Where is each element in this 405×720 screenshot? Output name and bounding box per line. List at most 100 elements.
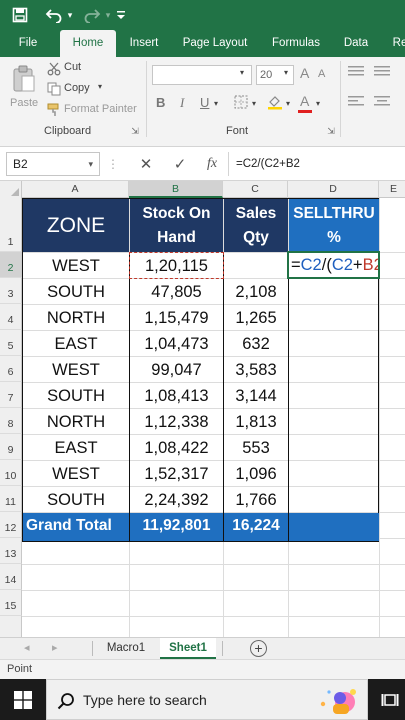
search-highlight-icon[interactable] xyxy=(315,684,363,716)
tab-page-layout[interactable]: Page Layout xyxy=(180,30,250,57)
align-left-icon[interactable] xyxy=(346,95,366,109)
column-header-d[interactable]: D xyxy=(288,181,379,198)
cell-b10[interactable]: 1,52,317 xyxy=(130,461,223,487)
formula-input[interactable]: =C2/(C2+B2 xyxy=(228,152,405,176)
tab-insert[interactable]: Insert xyxy=(124,30,164,57)
cell-c7[interactable]: 3,144 xyxy=(224,383,288,409)
sheet-tab-macro1[interactable]: Macro1 xyxy=(98,638,154,659)
row-header-2[interactable]: 2 xyxy=(0,252,22,278)
paste-icon[interactable] xyxy=(10,63,38,95)
paste-button[interactable]: Paste xyxy=(10,97,38,109)
cell-d2-editing[interactable]: =C2/(C2+B2 xyxy=(287,251,380,279)
font-color-dropdown-icon[interactable]: ▾ xyxy=(316,99,320,108)
top-align-icon[interactable] xyxy=(346,65,366,79)
cell-b12-stock-total[interactable]: 11,92,801 xyxy=(130,513,223,541)
cell-b9[interactable]: 1,08,422 xyxy=(130,435,223,461)
cell-a12-grand-total[interactable]: Grand Total xyxy=(23,513,129,541)
fill-color-dropdown-icon[interactable]: ▾ xyxy=(286,99,290,108)
row-header-13[interactable]: 13 xyxy=(0,538,22,564)
cell-a11[interactable]: SOUTH xyxy=(23,487,129,513)
row-header-12[interactable]: 12 xyxy=(0,512,22,538)
copy-icon[interactable] xyxy=(46,81,62,97)
cell-a8[interactable]: NORTH xyxy=(23,409,129,435)
cell-a2[interactable]: WEST xyxy=(23,253,129,279)
column-header-e[interactable]: E xyxy=(379,181,405,198)
column-header-c[interactable]: C xyxy=(223,181,288,198)
underline-button[interactable]: U xyxy=(200,95,209,110)
align-center-icon[interactable] xyxy=(372,95,392,109)
cell-a3[interactable]: SOUTH xyxy=(23,279,129,305)
cell-a6[interactable]: WEST xyxy=(23,357,129,383)
insert-function-button[interactable]: fx xyxy=(200,152,224,176)
underline-dropdown-icon[interactable]: ▾ xyxy=(214,99,218,108)
redo-dropdown-icon[interactable]: ▾ xyxy=(102,3,114,27)
middle-align-icon[interactable] xyxy=(372,65,392,79)
name-box[interactable]: B2 ▾ xyxy=(6,152,100,176)
row-header-7[interactable]: 7 xyxy=(0,382,22,408)
tab-file[interactable]: File xyxy=(10,30,46,57)
customize-qat-icon[interactable] xyxy=(114,3,128,27)
row-header-9[interactable]: 9 xyxy=(0,434,22,460)
clipboard-launcher-icon[interactable]: ⇲ xyxy=(130,125,140,137)
copy-dropdown-icon[interactable]: ▾ xyxy=(98,82,102,91)
font-launcher-icon[interactable]: ⇲ xyxy=(326,125,336,137)
format-painter-button[interactable]: Format Painter xyxy=(64,103,137,115)
taskbar-search-box[interactable]: Type here to search xyxy=(46,679,368,720)
sheet-nav-next-icon[interactable]: ▸ xyxy=(52,641,58,654)
sheet-tab-sheet1[interactable]: Sheet1 xyxy=(160,638,216,659)
worksheet-grid[interactable]: A B C D E 1 2 3 4 5 6 7 8 9 10 11 12 13 … xyxy=(0,181,405,637)
tab-review-partial[interactable]: Re xyxy=(390,30,405,57)
row-header-3[interactable]: 3 xyxy=(0,278,22,304)
row-header-16[interactable] xyxy=(0,616,22,637)
task-view-icon[interactable] xyxy=(380,690,400,710)
row-header-1[interactable]: 1 xyxy=(0,198,22,252)
cut-icon[interactable] xyxy=(46,61,62,77)
tab-formulas[interactable]: Formulas xyxy=(266,30,326,57)
cell-b8[interactable]: 1,12,338 xyxy=(130,409,223,435)
cell-c3[interactable]: 2,108 xyxy=(224,279,288,305)
increase-font-size-icon[interactable]: A xyxy=(300,65,309,81)
sheet-nav-prev-icon[interactable]: ◂ xyxy=(24,641,30,654)
font-name-input[interactable] xyxy=(152,65,252,85)
cell-b7[interactable]: 1,08,413 xyxy=(130,383,223,409)
save-icon[interactable] xyxy=(8,3,32,27)
header-zone[interactable]: ZONE xyxy=(23,199,129,252)
row-header-14[interactable]: 14 xyxy=(0,564,22,590)
cell-c8[interactable]: 1,813 xyxy=(224,409,288,435)
cell-a5[interactable]: EAST xyxy=(23,331,129,357)
header-sales-qty[interactable]: Sales Qty xyxy=(224,199,288,252)
cell-c11[interactable]: 1,766 xyxy=(224,487,288,513)
row-header-8[interactable]: 8 xyxy=(0,408,22,434)
cell-b11[interactable]: 2,24,392 xyxy=(130,487,223,513)
tab-home[interactable]: Home xyxy=(60,30,116,57)
fill-color-icon[interactable] xyxy=(266,93,284,111)
font-name-dropdown-icon[interactable]: ▾ xyxy=(240,68,244,77)
cell-b3[interactable]: 47,805 xyxy=(130,279,223,305)
copy-button[interactable]: Copy xyxy=(64,82,90,94)
italic-button[interactable]: I xyxy=(180,95,184,111)
cell-c12-sales-total[interactable]: 16,224 xyxy=(224,513,288,541)
row-header-6[interactable]: 6 xyxy=(0,356,22,382)
undo-dropdown-icon[interactable]: ▾ xyxy=(64,3,76,27)
add-sheet-icon[interactable]: + xyxy=(250,640,267,657)
cut-button[interactable]: Cut xyxy=(64,61,81,73)
row-header-10[interactable]: 10 xyxy=(0,460,22,486)
bold-button[interactable]: B xyxy=(156,95,165,110)
tab-data[interactable]: Data xyxy=(340,30,372,57)
decrease-font-size-icon[interactable]: A xyxy=(318,68,325,80)
cell-d12[interactable] xyxy=(289,513,379,541)
cancel-icon[interactable]: ✕ xyxy=(134,152,158,176)
column-header-b[interactable]: B xyxy=(129,181,223,198)
cell-a7[interactable]: SOUTH xyxy=(23,383,129,409)
cell-a9[interactable]: EAST xyxy=(23,435,129,461)
cell-c10[interactable]: 1,096 xyxy=(224,461,288,487)
cell-c4[interactable]: 1,265 xyxy=(224,305,288,331)
cell-b6[interactable]: 99,047 xyxy=(130,357,223,383)
font-size-dropdown-icon[interactable]: ▾ xyxy=(284,68,288,77)
select-all-button[interactable] xyxy=(0,181,22,198)
header-sellthru[interactable]: SELLTHRU % xyxy=(289,199,379,252)
borders-dropdown-icon[interactable]: ▾ xyxy=(252,99,256,108)
header-stock-on-hand[interactable]: Stock On Hand xyxy=(130,199,223,252)
row-header-4[interactable]: 4 xyxy=(0,304,22,330)
font-color-icon[interactable]: A xyxy=(300,93,309,109)
